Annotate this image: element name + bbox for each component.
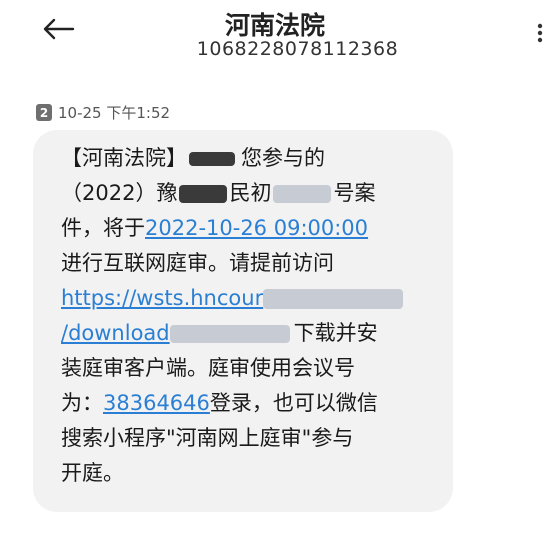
message-line: /download 下载并安 <box>61 316 378 351</box>
redacted-text <box>179 185 228 203</box>
message-meta: 2 10-25 下午1:52 <box>36 102 170 123</box>
contact-name: 河南法院 <box>224 11 325 40</box>
message-text: 件，将于 <box>61 216 145 240</box>
redacted-text <box>189 152 235 166</box>
message-line: 装庭审客户端。庭审使用会议号 <box>61 351 355 386</box>
redacted-text <box>273 185 332 203</box>
message-line: 为：38364646登录，也可以微信 <box>61 386 378 421</box>
message-text: 进行互联网庭审。请提前访问 <box>61 251 334 275</box>
message-text: 为： <box>61 391 103 415</box>
contact-number: 1068228078112368 <box>196 38 399 60</box>
message-text: （2022）豫 <box>61 181 178 205</box>
message-line: 件，将于2022-10-26 09:00:00 <box>61 211 368 246</box>
more-options-button[interactable] <box>532 16 548 50</box>
redacted-text <box>263 289 404 309</box>
message-line: 搜索小程序"河南网上庭审"参与 <box>61 421 353 456</box>
message-line: 【河南法院】 您参与的 <box>61 141 325 176</box>
meeting-number-link[interactable]: 38364646 <box>103 391 210 415</box>
url-link[interactable]: /download <box>61 321 170 345</box>
url-link[interactable]: https://wsts.hncour <box>61 286 263 310</box>
message-text: 民初 <box>229 181 272 205</box>
date-link[interactable]: 2022-10-26 09:00:00 <box>145 216 368 240</box>
message-line: https://wsts.hncour <box>61 281 404 316</box>
message-line: （2022）豫 民初 号案 <box>61 176 375 211</box>
redacted-text <box>169 325 290 343</box>
message-line: 进行互联网庭审。请提前访问 <box>61 246 334 281</box>
message-time: 10-25 下午1:52 <box>58 104 171 122</box>
message-text: 号案 <box>333 181 376 205</box>
message-text: 登录，也可以微信 <box>209 391 378 415</box>
message-text: 装庭审客户端。庭审使用会议号 <box>61 356 355 380</box>
sender-tag: 【河南法院】 <box>61 146 187 170</box>
sim-badge: 2 <box>36 104 52 121</box>
message-text: 开庭。 <box>61 461 124 485</box>
message-text: 下载并安 <box>293 321 378 345</box>
message-line: 开庭。 <box>61 456 124 491</box>
more-vertical-icon <box>537 23 543 43</box>
message-text: 搜索小程序"河南网上庭审"参与 <box>61 426 354 450</box>
message-text: 您参与的 <box>241 146 325 170</box>
